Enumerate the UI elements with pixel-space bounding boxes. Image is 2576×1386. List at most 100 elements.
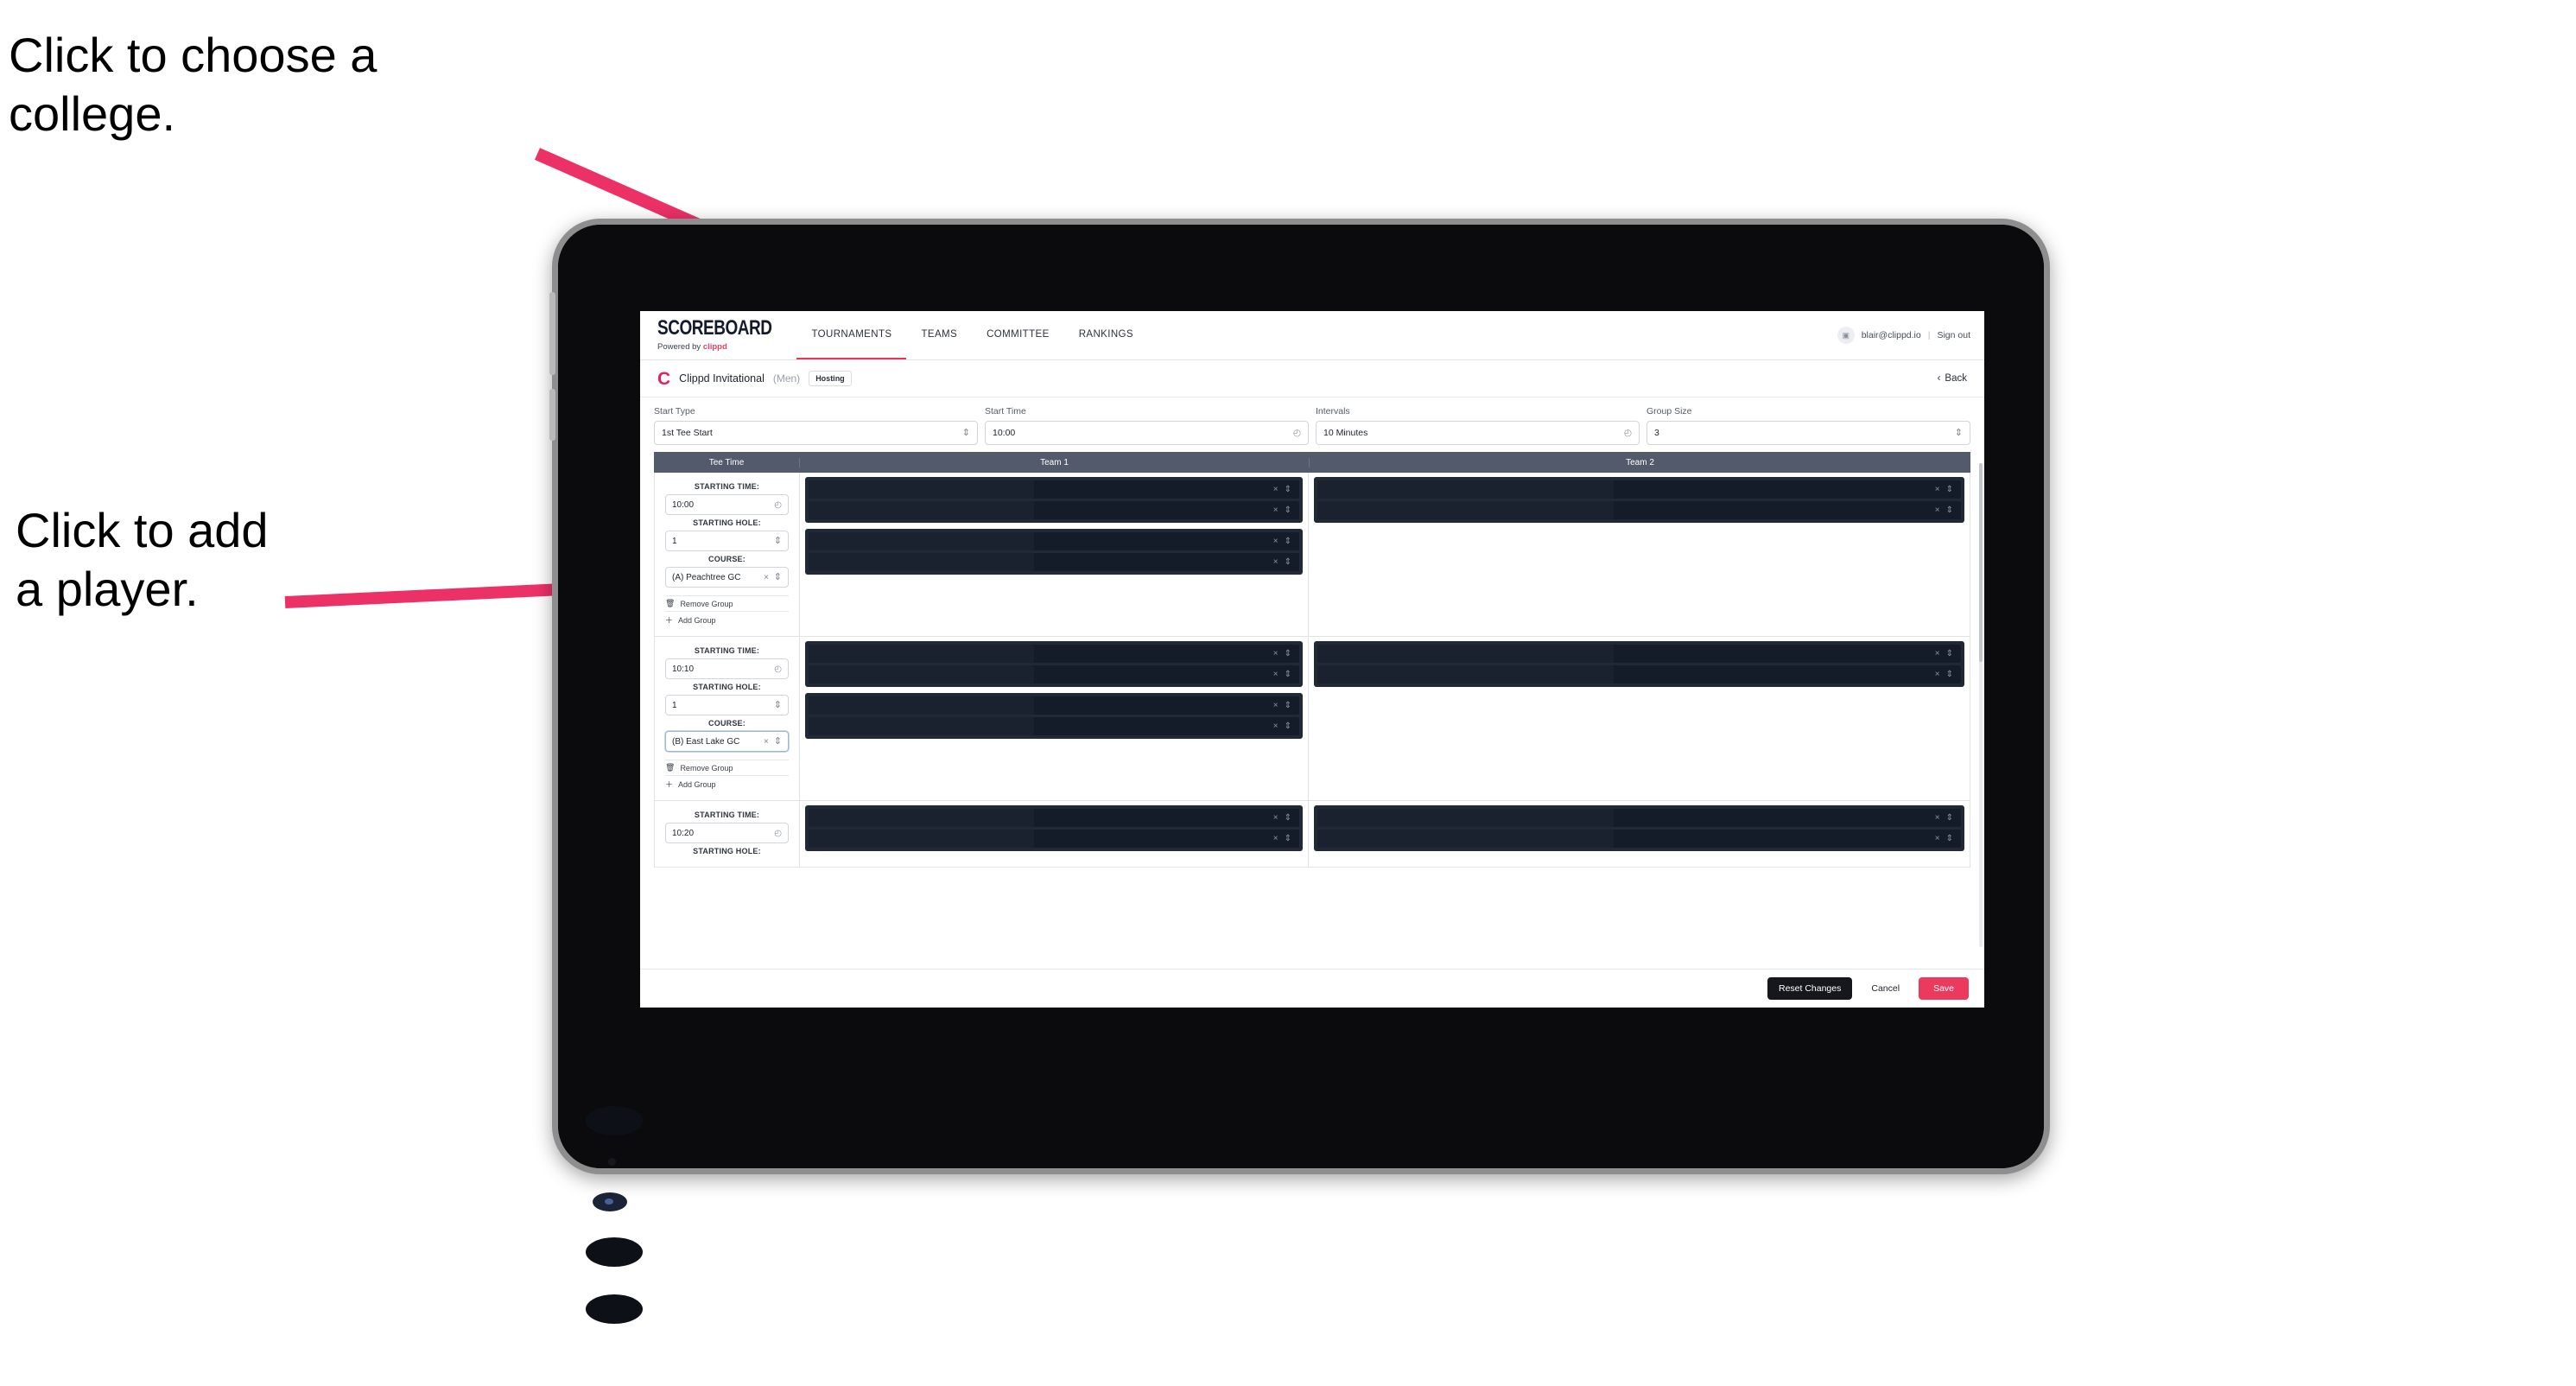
clear-icon[interactable]: × xyxy=(764,573,769,582)
course-select[interactable]: (A) Peachtree GC × ⇕ xyxy=(665,567,789,588)
clear-icon[interactable]: × xyxy=(1273,701,1278,710)
group-actions: 🗑 Remove Group ＋ Add Group xyxy=(665,760,789,792)
player-slot[interactable]: × ⇕ xyxy=(1317,830,1961,848)
label-course: COURSE: xyxy=(708,555,746,563)
intervals-value: 10 Minutes xyxy=(1323,428,1368,438)
starting-time-input[interactable]: 10:00 ◴ xyxy=(665,494,789,515)
chevron-updown-icon: ⇕ xyxy=(1284,648,1291,658)
start-time-value: 10:00 xyxy=(993,428,1016,438)
player-slot[interactable]: × ⇕ xyxy=(1317,665,1961,683)
player-slot[interactable]: × ⇕ xyxy=(1317,480,1961,499)
player-slot[interactable]: × ⇕ xyxy=(809,665,1299,683)
team-2-cell: × ⇕ × ⇕ xyxy=(1309,801,1970,867)
add-group-button[interactable]: ＋ Add Group xyxy=(665,775,789,792)
player-slot[interactable]: × ⇕ xyxy=(809,645,1299,663)
player-name-redacted xyxy=(809,501,1035,519)
cancel-button[interactable]: Cancel xyxy=(1862,977,1908,1000)
save-button[interactable]: Save xyxy=(1919,977,1969,1000)
tab-committee[interactable]: COMMITTEE xyxy=(972,311,1064,359)
player-name-redacted xyxy=(809,809,1035,827)
team-2-cell: × ⇕ × ⇕ xyxy=(1309,637,1970,800)
volume-down-button[interactable] xyxy=(549,389,555,441)
player-slot[interactable]: × ⇕ xyxy=(1317,809,1961,827)
page-title: Clippd Invitational xyxy=(679,372,765,385)
player-slot[interactable]: × ⇕ xyxy=(809,480,1299,499)
clear-icon[interactable]: × xyxy=(764,737,769,747)
starting-hole-value: 1 xyxy=(672,536,677,546)
remove-group-label: Remove Group xyxy=(680,763,733,772)
clear-icon[interactable]: × xyxy=(1935,670,1940,679)
player-slot[interactable]: × ⇕ xyxy=(809,553,1299,571)
starting-time-input[interactable]: 10:10 ◴ xyxy=(665,658,789,679)
player-name-redacted xyxy=(809,553,1035,571)
clear-icon[interactable]: × xyxy=(1935,813,1940,823)
clear-icon[interactable]: × xyxy=(1273,722,1278,731)
player-name-redacted xyxy=(809,645,1035,663)
start-type-select[interactable]: 1st Tee Start ⇕ xyxy=(654,421,978,445)
starting-hole-input[interactable]: 1 ⇕ xyxy=(665,695,789,715)
clear-icon[interactable]: × xyxy=(1935,505,1940,515)
player-slot[interactable]: × ⇕ xyxy=(809,830,1299,848)
player-slot[interactable]: × ⇕ xyxy=(809,696,1299,715)
group-size-select[interactable]: 3 ⇕ xyxy=(1646,421,1970,445)
clear-icon[interactable]: × xyxy=(1273,485,1278,494)
clear-icon[interactable]: × xyxy=(1273,834,1278,843)
status-badge: Hosting xyxy=(809,371,852,386)
field-start-time: Start Time 10:00 ◴ xyxy=(985,406,1309,445)
volume-up-button[interactable] xyxy=(549,292,555,375)
starting-time-input[interactable]: 10:20 ◴ xyxy=(665,823,789,843)
back-button[interactable]: ‹ Back xyxy=(1938,373,1967,384)
add-group-button[interactable]: ＋ Add Group xyxy=(665,611,789,628)
clear-icon[interactable]: × xyxy=(1273,557,1278,567)
player-name-redacted xyxy=(1317,501,1614,519)
tab-teams[interactable]: TEAMS xyxy=(906,311,972,359)
label-starting-time: STARTING TIME: xyxy=(694,646,760,655)
player-slot[interactable]: × ⇕ xyxy=(1317,501,1961,519)
tee-sheet-table-header: Tee Time Team 1 Team 2 xyxy=(654,452,1970,473)
remove-group-label: Remove Group xyxy=(680,599,733,608)
clock-icon: ◴ xyxy=(774,664,782,674)
avatar[interactable]: ▣ xyxy=(1837,327,1855,344)
chevron-left-icon: ‹ xyxy=(1937,373,1941,384)
clock-icon: ◴ xyxy=(774,499,782,510)
clock-icon: ◴ xyxy=(1292,428,1301,438)
chevron-updown-icon: ⇕ xyxy=(1945,505,1953,515)
starting-hole-input[interactable]: 1 ⇕ xyxy=(665,531,789,551)
player-name-redacted xyxy=(1317,830,1614,848)
player-slot[interactable]: × ⇕ xyxy=(809,501,1299,519)
clear-icon[interactable]: × xyxy=(1273,670,1278,679)
clear-icon[interactable]: × xyxy=(1935,649,1940,658)
tab-rankings[interactable]: RANKINGS xyxy=(1064,311,1148,359)
sign-out-link[interactable]: Sign out xyxy=(1937,330,1970,340)
tab-tournaments[interactable]: TOURNAMENTS xyxy=(796,311,907,359)
clear-icon[interactable]: × xyxy=(1935,485,1940,494)
account-email: blair@clippd.io xyxy=(1861,330,1921,340)
plus-icon: ＋ xyxy=(665,780,674,789)
player-group-panel: × ⇕ × ⇕ xyxy=(1314,641,1964,687)
clear-icon[interactable]: × xyxy=(1273,505,1278,515)
intervals-input[interactable]: 10 Minutes ◴ xyxy=(1316,421,1640,445)
start-time-input[interactable]: 10:00 ◴ xyxy=(985,421,1309,445)
chevron-updown-icon: ⇕ xyxy=(1945,833,1953,843)
clear-icon[interactable]: × xyxy=(1273,649,1278,658)
table-row: STARTING TIME: 10:20 ◴ STARTING HOLE: × ⇕… xyxy=(655,801,1970,867)
brand-logo[interactable]: SCOREBOARD Powered by clippd xyxy=(640,311,796,359)
player-slot[interactable]: × ⇕ xyxy=(809,532,1299,550)
scrollbar-thumb[interactable] xyxy=(1979,463,1983,662)
course-select[interactable]: (B) East Lake GC × ⇕ xyxy=(665,731,789,752)
clear-icon[interactable]: × xyxy=(1273,813,1278,823)
reset-changes-button[interactable]: Reset Changes xyxy=(1767,977,1853,1000)
clear-icon[interactable]: × xyxy=(1273,537,1278,546)
action-footer: Reset Changes Cancel Save xyxy=(640,969,1984,1008)
vertical-scrollbar[interactable] xyxy=(1979,463,1983,947)
remove-group-button[interactable]: 🗑 Remove Group xyxy=(665,760,789,775)
brand-wordmark: SCOREBOARD xyxy=(657,316,772,340)
remove-group-button[interactable]: 🗑 Remove Group xyxy=(665,595,789,611)
clear-icon[interactable]: × xyxy=(1935,834,1940,843)
tee-sheet-table-body: STARTING TIME: 10:00 ◴ STARTING HOLE: 1 … xyxy=(654,473,1970,868)
player-group-panel: × ⇕ × ⇕ xyxy=(805,693,1303,739)
player-slot[interactable]: × ⇕ xyxy=(809,717,1299,735)
player-slot[interactable]: × ⇕ xyxy=(1317,645,1961,663)
tee-time-cell: STARTING TIME: 10:20 ◴ STARTING HOLE: xyxy=(655,801,800,867)
player-slot[interactable]: × ⇕ xyxy=(809,809,1299,827)
